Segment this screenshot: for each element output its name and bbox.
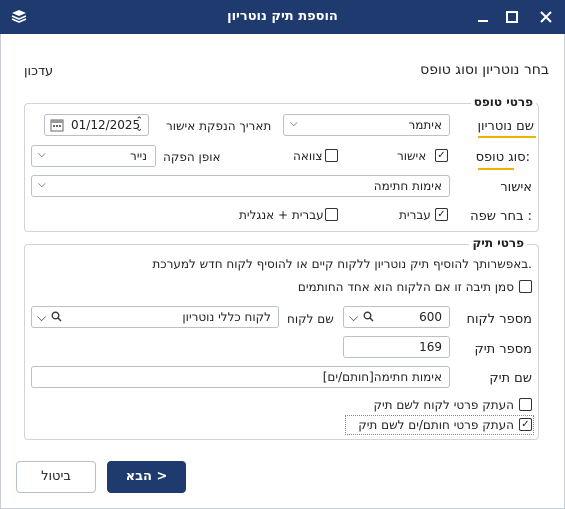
notary-select[interactable]: איתמר ⌵ [283,114,450,136]
lang-hebrew-checkbox[interactable]: ✓ [435,208,448,221]
lang-hebrew-label: עברית [399,208,431,222]
case-number-field[interactable]: 169 [343,336,450,358]
language-label: בחר שפה : [470,209,532,224]
case-name-label: שם תיק [489,371,532,386]
copy-client-checkbox[interactable] [519,398,532,411]
check-icon: ✓ [521,419,530,430]
cancel-button[interactable]: ביטול [16,461,96,493]
client-number-field[interactable]: 600 ⌵ [343,306,450,328]
mark-client-signer-checkbox[interactable] [519,280,532,293]
case-number-label: מספר תיק [474,342,532,357]
check-icon: ✓ [437,209,446,220]
production-method-select[interactable]: נייר ⌵ [31,145,156,167]
type-approval-label: אישור [397,149,427,163]
chevron-down-icon[interactable]: ⌵ [349,310,358,325]
chevron-down-icon: ⌵ [38,179,46,190]
approval-label: אישור [500,180,532,195]
type-approval-checkbox[interactable]: ✓ [435,149,448,162]
production-method-label: אופן הפקה [163,150,221,164]
title-bar: הוספת תיק נוטריון [0,0,565,34]
search-icon[interactable] [51,311,62,325]
lang-heb-eng-checkbox[interactable] [325,208,338,221]
copy-signers-checkbox[interactable]: ✓ [519,418,532,431]
minimize-icon[interactable] [474,8,492,26]
copy-client-label: העתק פרטי לקוח לשם תיק [373,398,514,412]
issue-date-picker[interactable]: 01/12/2025 ⌃ ⌄ [44,114,149,136]
mark-client-signer-label: סמן תיבה זו אם הלקוח הוא אחד החותמים [297,280,514,294]
lang-heb-eng-label: עברית + אנגלית [239,208,324,222]
form-details-legend: פרטי טופס [470,95,536,109]
issue-date-label: תאריך הנפקת אישור [166,119,272,133]
notary-label: שם נוטריון [477,119,534,134]
chevron-down-icon: ⌵ [38,149,46,160]
case-name-field[interactable]: אימות חתימה[חותם/ים] [31,366,450,388]
close-icon[interactable] [537,8,555,26]
search-icon[interactable] [363,311,374,325]
type-will-checkbox[interactable] [325,149,338,162]
type-will-label: צוואה [293,149,323,163]
form-type-label: סוג טופס: [475,150,530,165]
maximize-icon[interactable] [503,8,521,26]
case-details-legend: פרטי תיק [469,236,527,250]
spinner-icon[interactable]: ⌃ ⌄ [135,117,143,134]
client-name-label: שם לקוח [287,312,334,326]
page-title: בחר נוטריון וסוג טופס [420,62,549,78]
update-link[interactable]: עדכון [24,64,53,79]
client-number-label: מספר לקוח [466,312,532,327]
client-name-field[interactable]: לקוח כללי נוטריון ⌵ [31,306,279,328]
next-button[interactable]: הבא > [107,461,186,493]
case-description: באפשרותך להוסיף תיק נוטריון ללקוח קיים א… [152,257,532,271]
check-icon: ✓ [437,150,446,161]
copy-signers-label: העתק פרטי חותם/ים לשם תיק [358,418,514,432]
calendar-icon[interactable] [50,118,64,135]
chevron-down-icon[interactable]: ⌵ [37,310,46,325]
required-underline [478,136,536,138]
required-underline [478,168,514,170]
chevron-down-icon: ⌵ [290,118,298,129]
approval-select[interactable]: אימות חתימה ⌵ [31,175,450,197]
